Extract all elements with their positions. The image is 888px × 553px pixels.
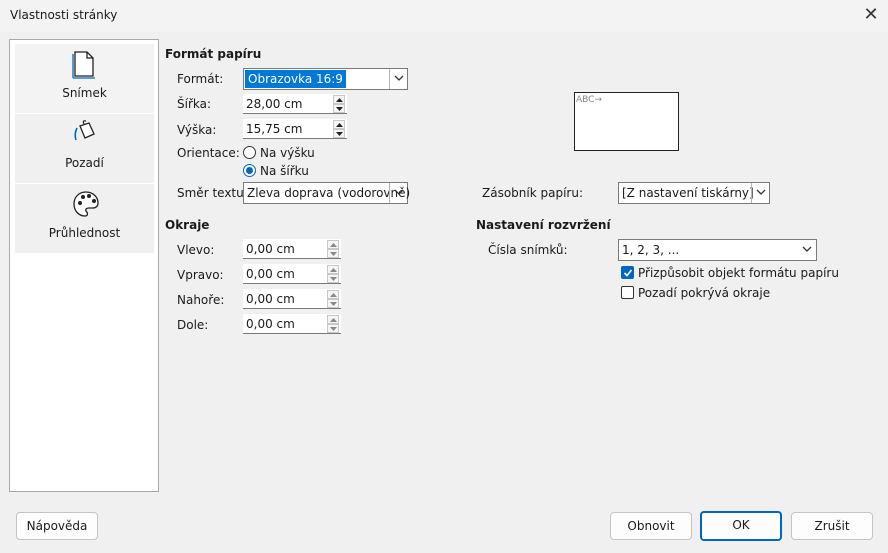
chevron-up-icon bbox=[336, 98, 343, 102]
format-label: Formát: bbox=[177, 72, 224, 86]
increment-button[interactable] bbox=[333, 120, 345, 129]
chevron-down-icon bbox=[802, 246, 812, 252]
landscape-radio[interactable] bbox=[243, 164, 256, 177]
chevron-down-icon bbox=[330, 277, 337, 281]
close-icon: ✕ bbox=[863, 4, 879, 25]
fit-object-label: Přizpůsobit objekt formátu papíru bbox=[638, 266, 839, 280]
palette-icon bbox=[73, 191, 99, 217]
decrement-button[interactable] bbox=[327, 324, 339, 333]
chevron-down-icon bbox=[330, 327, 337, 331]
slide-numbers-label: Čísla snímků: bbox=[488, 243, 568, 257]
text-direction-value: Zleva doprava (vodorovně) bbox=[247, 186, 411, 200]
decrement-button[interactable] bbox=[333, 129, 345, 138]
margin-right-value: 0,00 cm bbox=[246, 267, 295, 281]
margin-left-label: Vlevo: bbox=[177, 243, 215, 257]
decrement-button[interactable] bbox=[327, 274, 339, 283]
chevron-down-icon bbox=[756, 189, 766, 195]
portrait-label: Na výšku bbox=[260, 146, 315, 160]
reset-button[interactable]: Obnovit bbox=[610, 512, 692, 540]
chevron-up-icon bbox=[330, 318, 337, 322]
chevron-down-icon bbox=[330, 302, 337, 306]
margins-heading: Okraje bbox=[165, 218, 210, 232]
paper-format-heading: Formát papíru bbox=[165, 47, 262, 61]
margin-left-spinner[interactable]: 0,00 cm bbox=[243, 239, 341, 259]
sidebar-item-transparency[interactable]: Průhlednost bbox=[15, 184, 154, 253]
margin-top-value: 0,00 cm bbox=[246, 292, 295, 306]
increment-button[interactable] bbox=[333, 95, 345, 104]
text-direction-select[interactable]: Zleva doprava (vodorovně) bbox=[243, 182, 411, 204]
close-button[interactable]: ✕ bbox=[858, 4, 884, 28]
chevron-down-icon bbox=[394, 75, 404, 81]
layout-heading: Nastavení rozvržení bbox=[476, 218, 611, 232]
margin-right-spinner[interactable]: 0,00 cm bbox=[243, 264, 341, 284]
decrement-button[interactable] bbox=[327, 249, 339, 258]
preview-text: ABC→ bbox=[576, 95, 602, 105]
margin-right-label: Vpravo: bbox=[177, 268, 224, 282]
sidebar-item-label: Pozadí bbox=[65, 156, 104, 170]
window-title: Vlastnosti stránky bbox=[10, 8, 118, 22]
chevron-up-icon bbox=[330, 243, 337, 247]
checkmark-icon bbox=[623, 269, 633, 277]
paper-tray-label: Zásobník papíru: bbox=[482, 186, 583, 200]
help-button[interactable]: Nápověda bbox=[16, 512, 98, 540]
increment-button[interactable] bbox=[327, 290, 339, 299]
bg-covers-margins-checkbox[interactable] bbox=[621, 286, 634, 299]
text-direction-label: Směr textu: bbox=[177, 186, 248, 200]
decrement-button[interactable] bbox=[333, 104, 345, 113]
margin-top-spinner[interactable]: 0,00 cm bbox=[243, 289, 341, 309]
chevron-up-icon bbox=[330, 268, 337, 272]
width-value: 28,00 cm bbox=[246, 97, 303, 111]
page-icon bbox=[72, 51, 95, 79]
bg-covers-margins-label: Pozadí pokrývá okraje bbox=[638, 286, 771, 300]
cancel-button[interactable]: Zrušit bbox=[791, 512, 873, 540]
paper-tray-value: [Z nastavení tiskárny] bbox=[622, 186, 754, 200]
format-select[interactable]: Obrazovka 16:9 bbox=[243, 68, 408, 90]
chevron-up-icon bbox=[330, 293, 337, 297]
margin-bottom-label: Dole: bbox=[177, 318, 209, 332]
sidebar-item-label: Průhlednost bbox=[48, 226, 121, 240]
sidebar-item-slide[interactable]: Snímek bbox=[15, 44, 154, 113]
chevron-up-icon bbox=[336, 123, 343, 127]
increment-button[interactable] bbox=[327, 265, 339, 274]
landscape-label: Na šířku bbox=[260, 164, 309, 178]
dropdown-arrow[interactable] bbox=[389, 183, 407, 203]
portrait-radio[interactable] bbox=[243, 146, 256, 159]
increment-button[interactable] bbox=[327, 315, 339, 324]
dropdown-arrow[interactable] bbox=[751, 183, 769, 203]
margin-left-value: 0,00 cm bbox=[246, 242, 295, 256]
orientation-label: Orientace: bbox=[177, 146, 240, 160]
chevron-down-icon bbox=[394, 189, 404, 195]
width-label: Šířka: bbox=[177, 97, 212, 111]
margin-bottom-value: 0,00 cm bbox=[246, 317, 295, 331]
slide-numbers-value: 1, 2, 3, ... bbox=[622, 243, 680, 257]
increment-button[interactable] bbox=[327, 240, 339, 249]
sidebar: Snímek Pozadí Průhlednost bbox=[9, 39, 159, 492]
decrement-button[interactable] bbox=[327, 299, 339, 308]
margin-bottom-spinner[interactable]: 0,00 cm bbox=[243, 314, 341, 334]
chevron-down-icon bbox=[336, 107, 343, 111]
ok-button[interactable]: OK bbox=[700, 511, 782, 541]
chevron-down-icon bbox=[330, 252, 337, 256]
sidebar-item-label: Snímek bbox=[62, 86, 107, 100]
margin-top-label: Nahoře: bbox=[177, 293, 225, 307]
height-value: 15,75 cm bbox=[246, 122, 303, 136]
dropdown-arrow[interactable] bbox=[389, 69, 407, 89]
width-spinner[interactable]: 28,00 cm bbox=[243, 94, 347, 114]
title-bar bbox=[0, 0, 888, 32]
page-preview: ABC→ bbox=[574, 92, 679, 151]
slide-numbers-select[interactable]: 1, 2, 3, ... bbox=[618, 239, 817, 261]
sidebar-item-background[interactable]: Pozadí bbox=[15, 114, 154, 183]
paint-bucket-icon bbox=[74, 120, 95, 141]
dropdown-arrow[interactable] bbox=[798, 240, 816, 260]
height-spinner[interactable]: 15,75 cm bbox=[243, 119, 347, 139]
paper-tray-select[interactable]: [Z nastavení tiskárny] bbox=[618, 182, 770, 204]
height-label: Výška: bbox=[177, 123, 217, 137]
chevron-down-icon bbox=[336, 132, 343, 136]
format-select-value: Obrazovka 16:9 bbox=[245, 70, 346, 88]
fit-object-checkbox[interactable] bbox=[621, 266, 634, 279]
